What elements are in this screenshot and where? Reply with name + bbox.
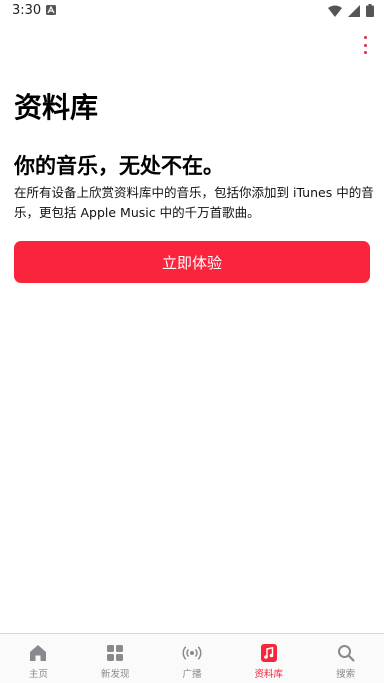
library-icon bbox=[260, 644, 277, 662]
tab-label: 新发现 bbox=[100, 669, 130, 680]
tab-search[interactable]: 搜索 bbox=[307, 634, 384, 683]
grid-icon bbox=[107, 645, 124, 661]
tab-label: 搜索 bbox=[336, 669, 356, 680]
tab-label: 广播 bbox=[182, 669, 202, 680]
page-title: 资料库 bbox=[14, 91, 99, 124]
more-options-button[interactable] bbox=[360, 36, 370, 54]
radio-icon bbox=[182, 646, 202, 660]
status-bar: 3:30 bbox=[0, 0, 384, 24]
tab-label: 资料库 bbox=[254, 669, 284, 680]
library-description: 在所有设备上欣赏资料库中的音乐，包括你添加到 iTunes 中的音乐，更包括 A… bbox=[14, 185, 374, 220]
signal-icon bbox=[348, 4, 360, 17]
wifi-icon bbox=[328, 5, 342, 17]
battery-icon bbox=[366, 4, 374, 17]
more-dot-icon bbox=[363, 36, 367, 39]
tab-library[interactable]: 资料库 bbox=[230, 634, 307, 683]
tab-browse[interactable]: 新发现 bbox=[77, 634, 154, 683]
more-dot-icon bbox=[363, 51, 367, 54]
search-icon bbox=[337, 645, 355, 662]
try-now-button[interactable]: 立即体验 bbox=[14, 241, 370, 283]
tab-label: 主页 bbox=[28, 669, 48, 680]
home-icon bbox=[30, 645, 47, 661]
more-dot-icon bbox=[363, 43, 367, 47]
library-headline: 你的音乐，无处不在。 bbox=[14, 154, 224, 178]
status-time: 3:30 bbox=[12, 3, 42, 18]
bottom-tab-bar: 主页 新发现 广播 资料库 搜索 bbox=[0, 633, 384, 683]
tab-home[interactable]: 主页 bbox=[0, 634, 77, 683]
tab-radio[interactable]: 广播 bbox=[154, 634, 231, 683]
notification-icon bbox=[46, 5, 56, 15]
status-indicators bbox=[328, 4, 374, 17]
